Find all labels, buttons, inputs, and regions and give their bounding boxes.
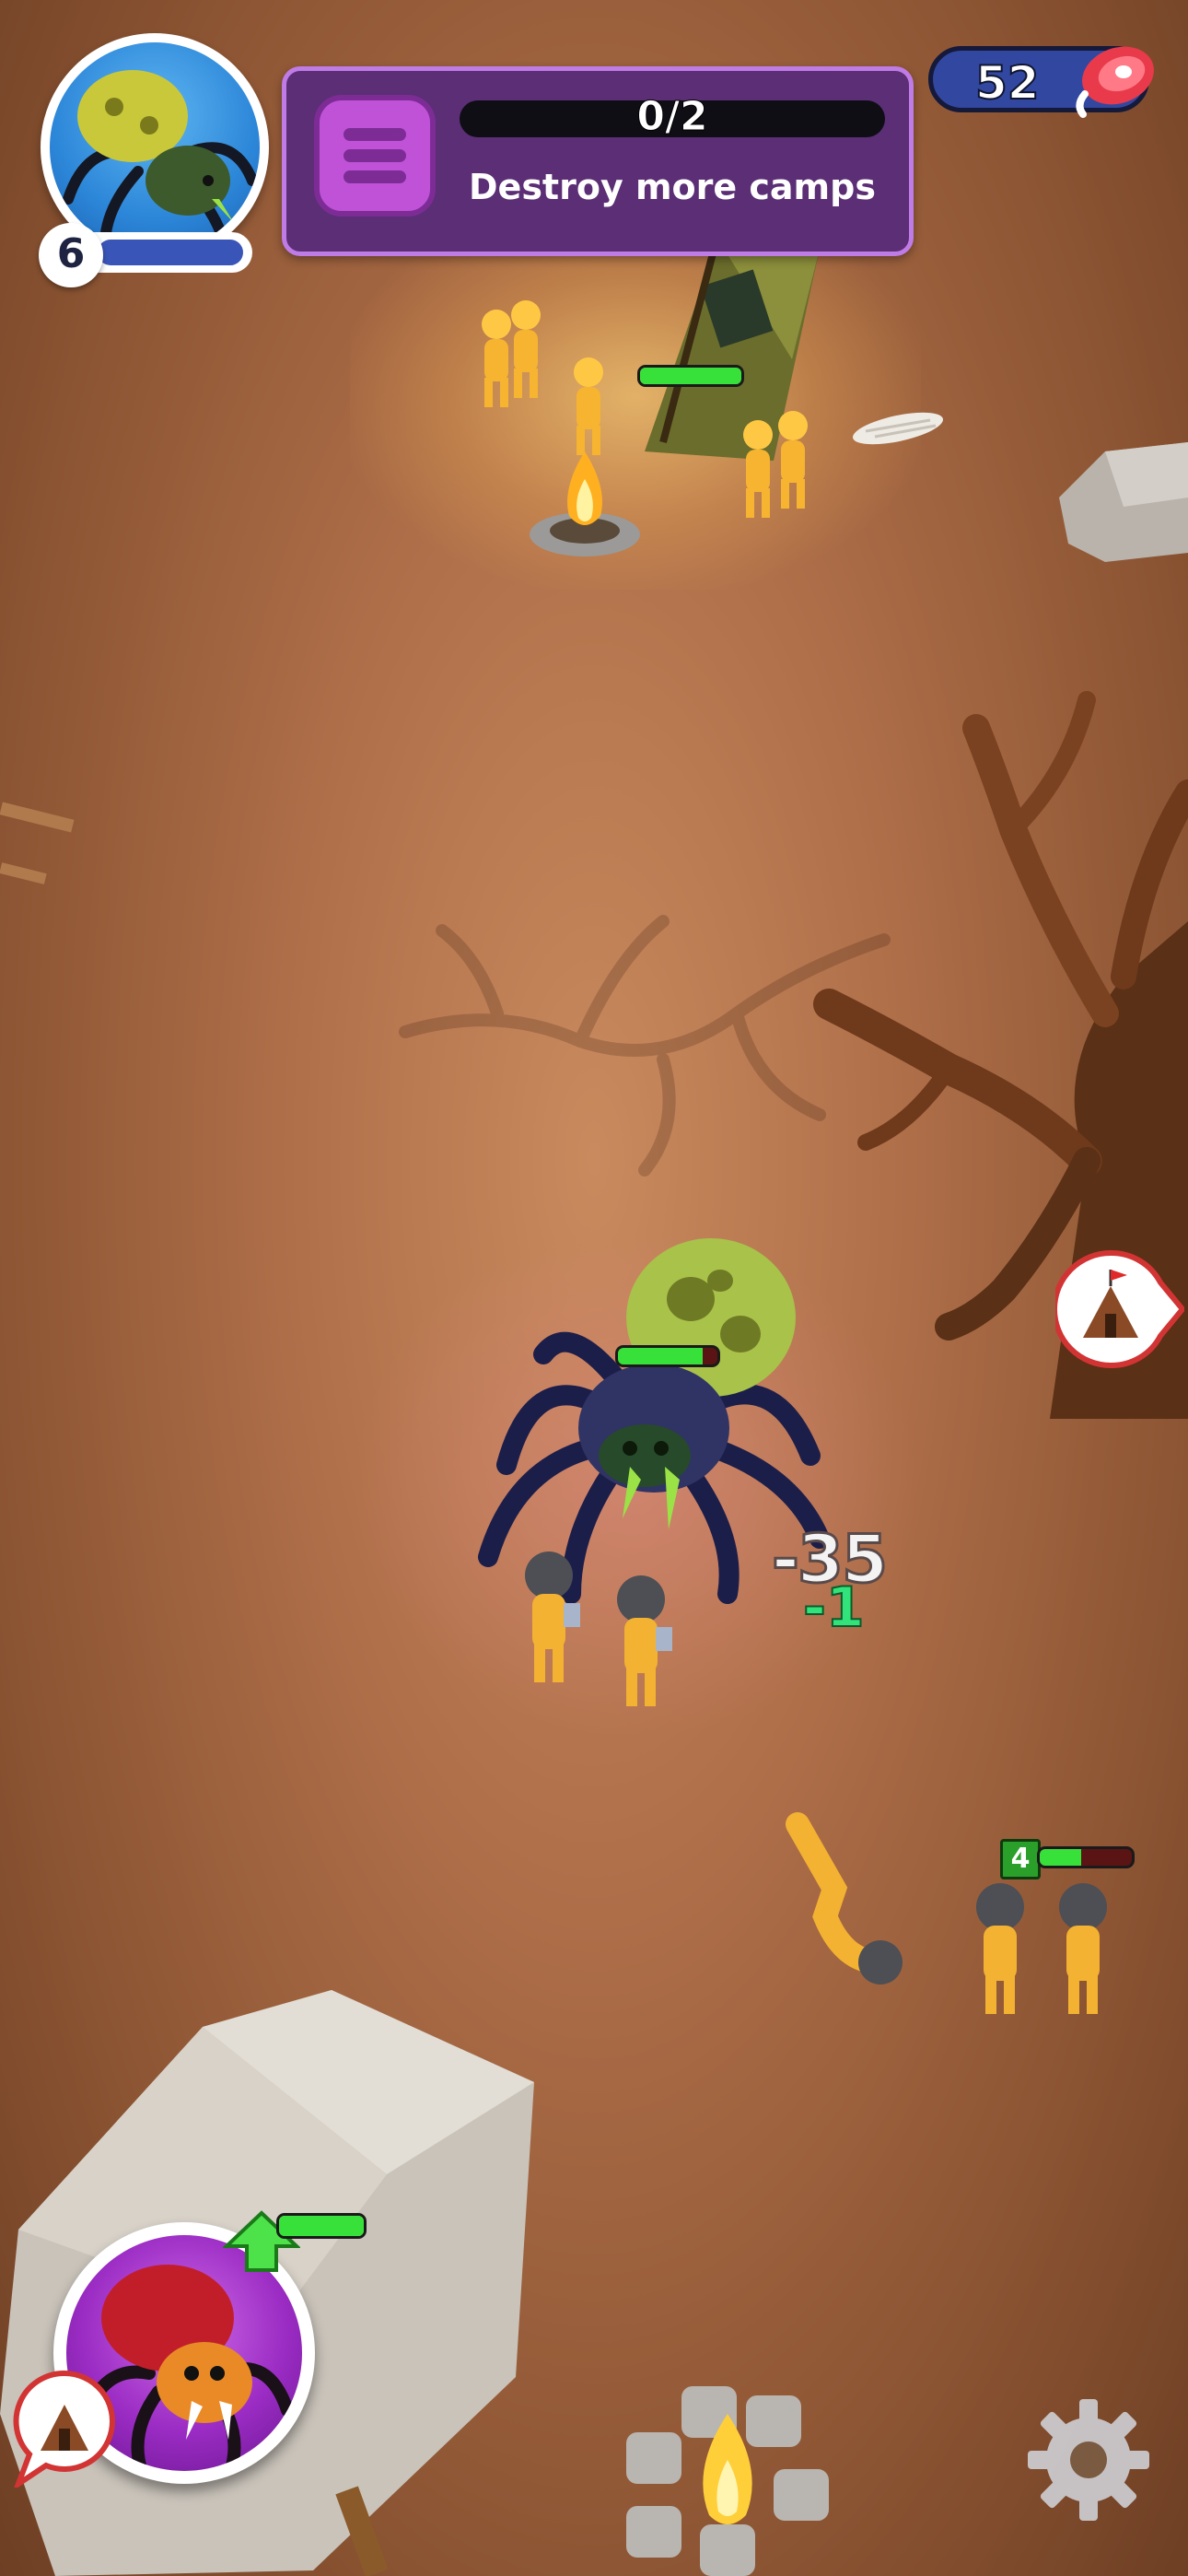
villager[interactable] (772, 409, 814, 510)
villager[interactable] (567, 356, 610, 457)
quest-objective: Destroy more camps (469, 167, 876, 207)
camp-health-bar (637, 365, 744, 387)
wrapped-cocoon (853, 412, 943, 445)
enemy-soldier[interactable] (963, 1879, 1037, 2018)
wooden-fence (0, 802, 75, 884)
summon-health-fill (279, 2216, 364, 2236)
list-icon (314, 95, 436, 217)
meat-count: 52 (974, 55, 1041, 111)
spider-health-bar (615, 1345, 720, 1367)
stone-fire-pit (626, 2386, 829, 2576)
level-number: 6 (56, 230, 86, 277)
spider-health-fill (618, 1348, 703, 1364)
gear-icon[interactable] (1024, 2395, 1153, 2524)
heal-number: -1 (802, 1575, 866, 1641)
villager[interactable] (505, 299, 547, 400)
camp-tent-icon[interactable] (1055, 1249, 1184, 1369)
enemy-squad-health-fill (1040, 1849, 1081, 1866)
enemy-squad-level: 4 (1000, 1839, 1041, 1879)
campfire (530, 451, 640, 556)
enemy-soldier[interactable] (604, 1572, 678, 1710)
rock (1059, 442, 1188, 562)
quest-progress-count: 0/2 (636, 93, 708, 141)
camp-health-fill (640, 368, 741, 384)
meat-icon (1076, 46, 1154, 118)
spider-icon (63, 70, 258, 251)
fallen-soldier (786, 1812, 903, 1985)
camp-tent-icon[interactable] (9, 2368, 120, 2488)
enemy-soldier[interactable] (512, 1548, 586, 1686)
enemy-soldier[interactable] (1046, 1879, 1120, 2018)
enemy-squad-health-bar (1037, 1846, 1135, 1868)
quest-panel[interactable]: 0/2 Destroy more camps (282, 66, 914, 256)
summon-health-bar (276, 2213, 367, 2239)
level-badge: 6 (39, 223, 103, 287)
xp-bar-track (98, 240, 243, 265)
